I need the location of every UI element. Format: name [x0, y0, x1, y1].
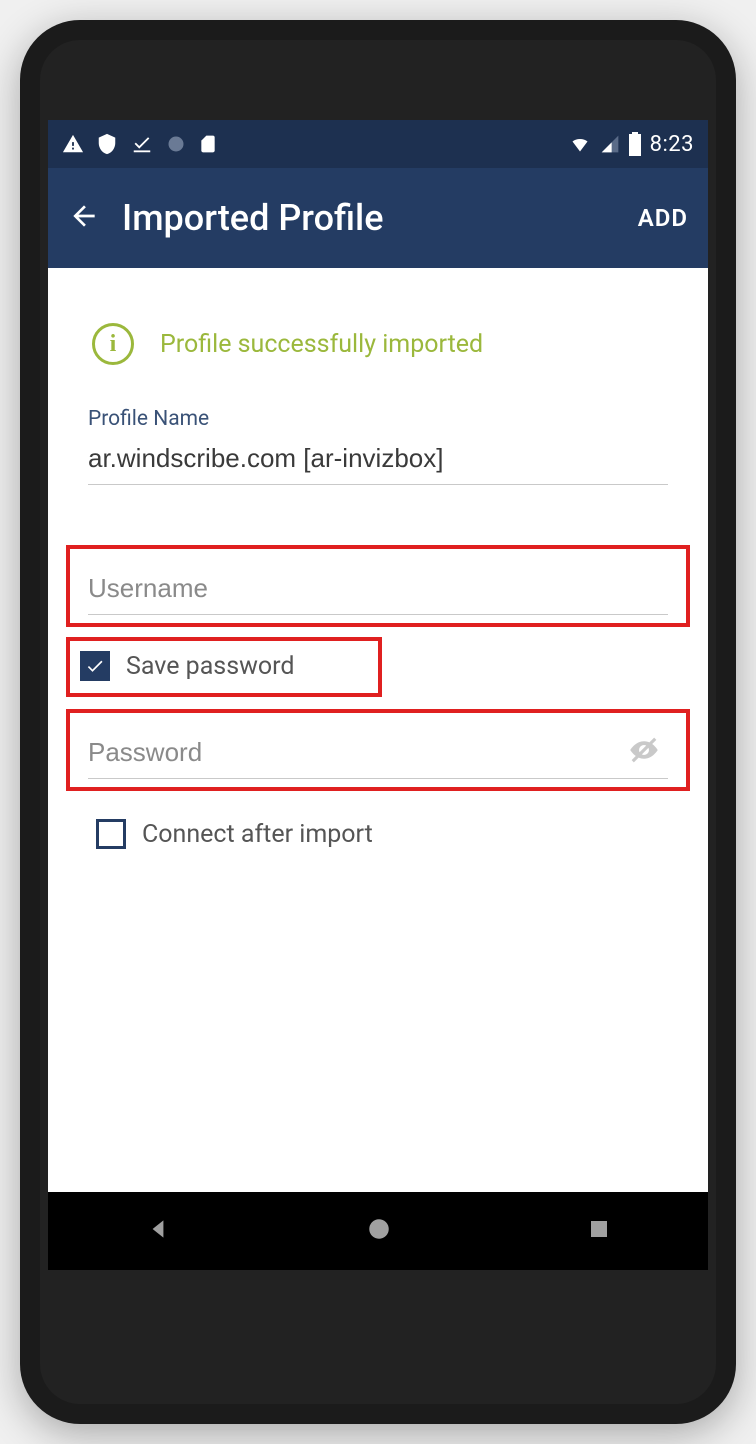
- add-button[interactable]: ADD: [638, 204, 688, 232]
- username-input[interactable]: [88, 567, 668, 615]
- profile-name-group: Profile Name: [88, 407, 668, 485]
- profile-name-label: Profile Name: [88, 407, 668, 431]
- save-password-checkbox[interactable]: [80, 651, 110, 681]
- phone-frame: 8:23 Imported Profile ADD i Profile succ…: [20, 20, 736, 1424]
- checkmark-underline-icon: [130, 133, 154, 155]
- status-right-icons: 8:23: [568, 132, 694, 157]
- nav-back-button[interactable]: [145, 1216, 171, 1246]
- circle-icon: [166, 134, 186, 154]
- sd-card-icon: [198, 132, 218, 156]
- status-left-icons: [62, 132, 218, 156]
- info-icon: i: [92, 323, 134, 365]
- shield-icon: [96, 133, 118, 155]
- clock-text: 8:23: [650, 132, 694, 157]
- back-button[interactable]: [68, 200, 100, 236]
- connect-after-label: Connect after import: [142, 820, 373, 849]
- save-password-label: Save password: [126, 652, 295, 681]
- screen: 8:23 Imported Profile ADD i Profile succ…: [48, 120, 708, 1270]
- visibility-toggle-icon[interactable]: [624, 735, 664, 769]
- nav-home-button[interactable]: [366, 1216, 392, 1246]
- success-message: Profile successfully imported: [160, 330, 483, 359]
- password-input[interactable]: [88, 731, 668, 779]
- signal-icon: [600, 134, 620, 154]
- profile-name-input[interactable]: [88, 437, 668, 485]
- connect-after-checkbox[interactable]: [96, 819, 126, 849]
- phone-bezel: 8:23 Imported Profile ADD i Profile succ…: [40, 40, 716, 1404]
- username-highlight: [66, 545, 690, 627]
- page-title: Imported Profile: [122, 197, 384, 239]
- save-password-highlight: Save password: [66, 637, 382, 697]
- navigation-bar: [48, 1192, 708, 1270]
- battery-icon: [628, 132, 642, 156]
- warning-icon: [62, 133, 84, 155]
- success-banner: i Profile successfully imported: [88, 323, 668, 365]
- password-highlight: [66, 709, 690, 791]
- status-bar: 8:23: [48, 120, 708, 168]
- nav-recent-button[interactable]: [587, 1217, 611, 1245]
- content-area: i Profile successfully imported Profile …: [48, 268, 708, 869]
- connect-after-row: Connect after import: [88, 819, 668, 849]
- app-bar: Imported Profile ADD: [48, 168, 708, 268]
- wifi-icon: [568, 134, 592, 154]
